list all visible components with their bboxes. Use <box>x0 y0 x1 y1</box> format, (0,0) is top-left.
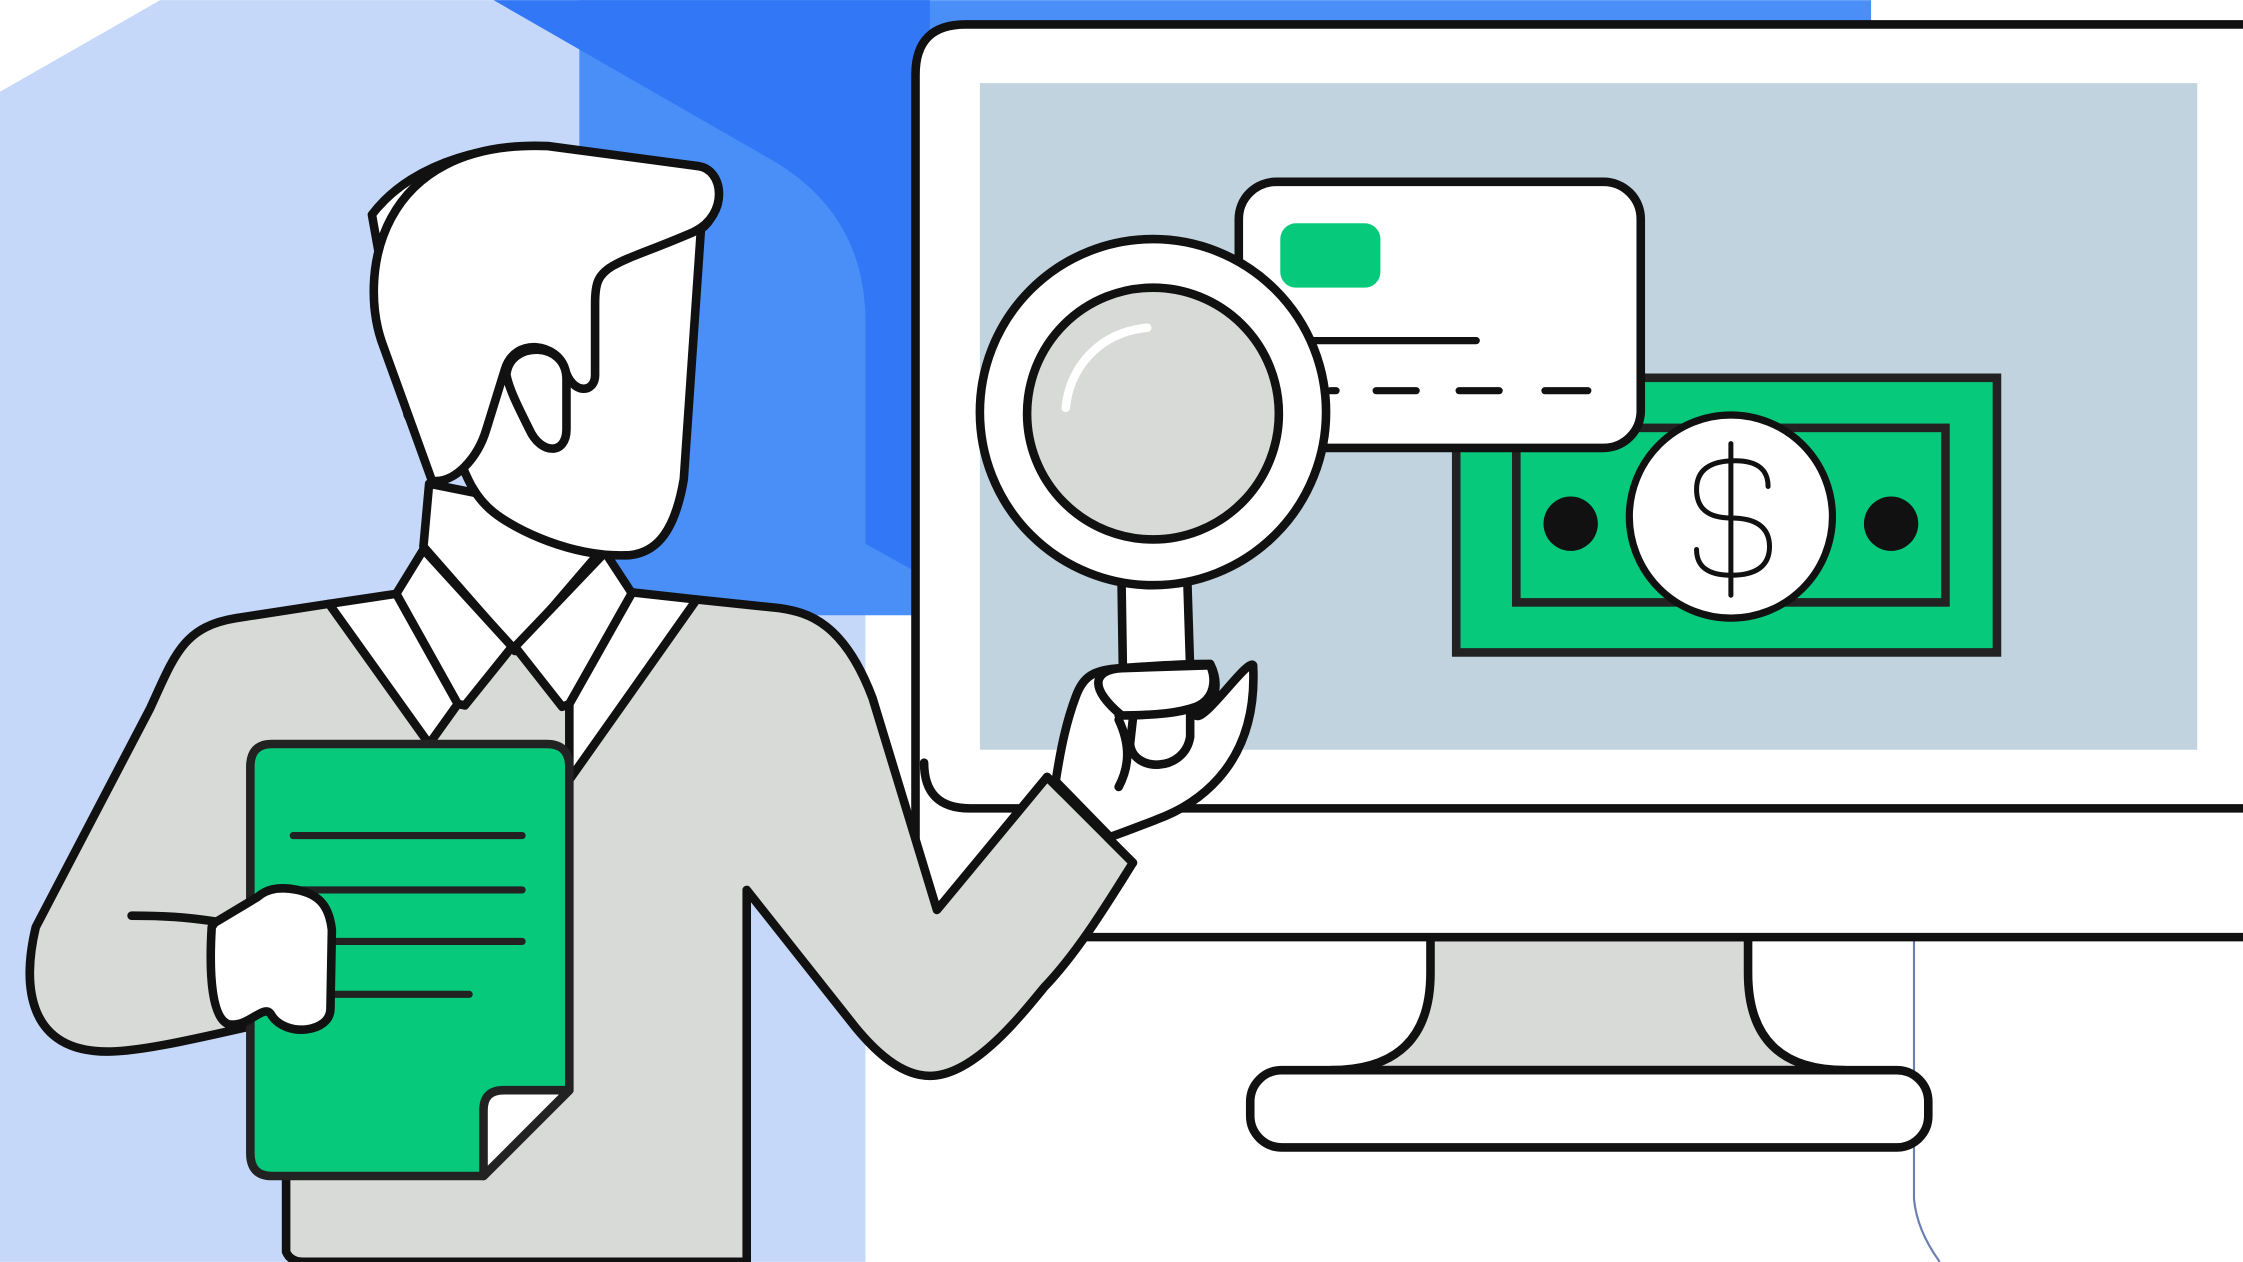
magnifier-lens <box>1022 283 1284 544</box>
right-hand-knuckle <box>1125 708 1195 769</box>
banknote-dot-right <box>1863 496 1919 551</box>
monitor-stand-base <box>1245 1065 1933 1152</box>
right-hand-thumb <box>1094 661 1218 720</box>
left-hand-shape <box>206 883 337 1034</box>
banknote-dot-left <box>1543 496 1598 551</box>
monitor-stand-neck <box>1326 932 1850 1075</box>
card-chip <box>1280 223 1381 288</box>
investigation-illustration <box>0 0 2243 1262</box>
magnifier-handle <box>1117 575 1195 677</box>
illustration-canvas <box>0 0 2243 1262</box>
